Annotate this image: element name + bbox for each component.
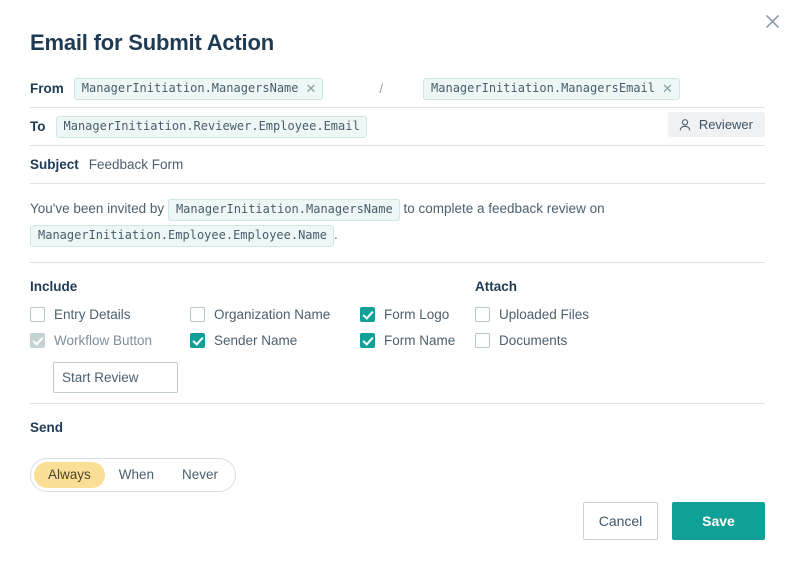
body-token-2-text: ManagerInitiation.Employee.Employee.Name [38,227,327,242]
page-title: Email for Submit Action [30,30,274,55]
checkbox-workflow-button-label: Workflow Button [54,333,153,349]
reviewer-button-label: Reviewer [698,117,753,133]
body-text-after: . [333,227,338,243]
checkbox-organization-name[interactable]: Organization Name [190,307,360,323]
from-label: From [30,81,64,97]
email-submit-action-dialog: Email for Submit Action From ManagerInit… [0,0,795,568]
checkbox-form-name-box[interactable] [360,333,375,349]
from-email-token[interactable]: ManagerInitiation.ManagersEmail ✕ [423,77,680,100]
checkbox-workflow-button-box [30,333,45,349]
subject-value[interactable]: Feedback Form [89,157,184,172]
checkbox-entry-details-box[interactable] [30,307,45,323]
from-separator: / [379,81,384,97]
save-button[interactable]: Save [672,502,765,540]
workflow-button-text-wrap [30,359,190,394]
send-heading: Send [30,420,64,436]
checkbox-organization-name-box[interactable] [190,307,205,323]
to-token-text: ManagerInitiation.Reviewer.Employee.Emai… [63,118,360,133]
checkbox-entry-details-label: Entry Details [54,307,131,323]
checkbox-form-logo[interactable]: Form Logo [360,307,475,323]
person-icon [678,118,692,132]
checkbox-uploaded-files-box[interactable] [475,307,490,323]
close-icon[interactable] [759,8,785,34]
subject-label: Subject [30,157,79,173]
to-row: To ManagerInitiation.Reviewer.Employee.E… [30,108,765,147]
email-body[interactable]: You've been invited by ManagerInitiation… [30,184,765,264]
send-option-always[interactable]: Always [34,462,105,488]
checkbox-workflow-button[interactable]: Workflow Button [30,333,190,349]
attach-column: Attach Uploaded Files Documents [475,279,765,393]
body-token-managers-name[interactable]: ManagerInitiation.ManagersName [167,198,400,221]
checkbox-documents[interactable]: Documents [475,333,765,349]
send-section: Send Always When Never [30,404,765,492]
include-column: Include Entry Details Organization Name … [30,279,475,394]
from-name-token-text: ManagerInitiation.ManagersName [81,80,299,95]
checkbox-uploaded-files-label: Uploaded Files [499,307,590,323]
body-token-employee-name[interactable]: ManagerInitiation.Employee.Employee.Name [30,224,334,247]
subject-row: Subject Feedback Form [30,146,765,185]
attach-checkbox-grid: Uploaded Files Documents [475,307,765,349]
from-row: From ManagerInitiation.ManagersName ✕ / … [30,70,765,109]
from-email-token-text: ManagerInitiation.ManagersEmail [431,80,655,95]
workflow-button-text-input[interactable] [53,362,178,394]
body-text-middle: to complete a feedback review on [403,201,605,217]
checkbox-organization-name-label: Organization Name [214,307,331,323]
dialog-footer: Cancel Save [583,502,765,540]
checkbox-form-logo-box[interactable] [360,307,375,323]
to-label: To [30,119,46,135]
to-token[interactable]: ManagerInitiation.Reviewer.Employee.Emai… [55,115,367,138]
send-option-never[interactable]: Never [168,462,232,488]
from-email-token-remove-icon[interactable]: ✕ [662,82,673,95]
cancel-button[interactable]: Cancel [583,502,658,540]
checkbox-sender-name-label: Sender Name [214,333,298,349]
checkbox-form-name[interactable]: Form Name [360,333,475,349]
checkbox-sender-name[interactable]: Sender Name [190,333,360,349]
body-token-1-text: ManagerInitiation.ManagersName [175,201,393,216]
reviewer-button[interactable]: Reviewer [667,112,765,138]
body-text-before: You've been invited by [30,201,165,217]
checkbox-sender-name-box[interactable] [190,333,205,349]
send-option-when[interactable]: When [105,462,168,488]
include-heading: Include [30,279,78,295]
from-name-token-remove-icon[interactable]: ✕ [306,82,317,95]
attach-heading: Attach [475,279,518,295]
from-name-token[interactable]: ManagerInitiation.ManagersName ✕ [73,77,324,100]
checkbox-uploaded-files[interactable]: Uploaded Files [475,307,765,323]
checkbox-documents-label: Documents [499,333,568,349]
checkbox-form-logo-label: Form Logo [384,307,450,323]
checkbox-form-name-label: Form Name [384,333,456,349]
include-checkbox-grid: Entry Details Organization Name Form Log… [30,307,475,394]
checkbox-documents-box[interactable] [475,333,490,349]
options-section: Include Entry Details Organization Name … [30,263,765,405]
checkbox-entry-details[interactable]: Entry Details [30,307,190,323]
send-mode-segmented-control: Always When Never [30,458,237,492]
